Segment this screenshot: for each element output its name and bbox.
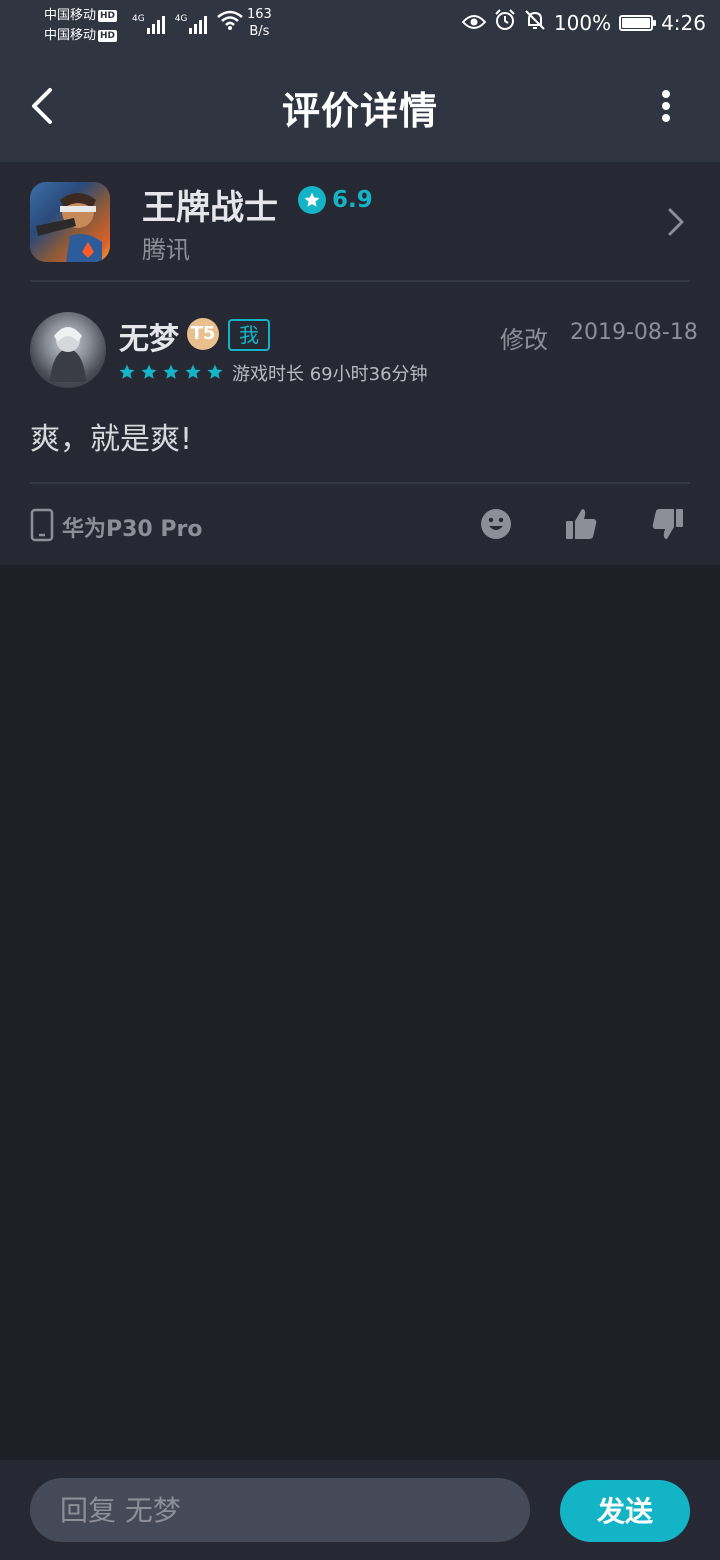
divider [30,482,690,484]
hd-badge: HD [98,29,118,42]
reply-bar: 发送 [0,1460,720,1560]
dislike-button[interactable] [650,506,686,542]
star-badge-icon [298,186,326,214]
carrier-2: 中国移动 [44,28,97,43]
game-name: 王牌战士 [142,188,278,228]
eye-icon [461,11,487,35]
chevron-right-icon [664,206,688,238]
username[interactable]: 无梦 [119,314,179,358]
emoji-button[interactable] [478,506,514,542]
hd-badge: HD [98,9,118,22]
device-info: 华为P30 Pro [30,508,203,546]
device-name: 华为P30 Pro [62,517,203,542]
review-text: 爽，就是爽! [30,422,193,457]
star-icon [185,364,201,379]
playtime: 游戏时长 69小时36分钟 [232,364,428,385]
carrier-1: 中国移动 [44,8,97,23]
battery-icon [619,14,657,31]
star-rating [118,363,224,381]
battery-text: 100% [553,10,612,35]
star-icon [163,364,179,379]
review-card: 王牌战士 6.9 腾讯 无梦 T5 我 修改 2019-08-18 游戏时长 6… [0,162,720,565]
emoji-icon [481,509,511,539]
clock: 4:26 [661,10,706,35]
edit-button[interactable]: 修改 [500,320,548,355]
game-icon [30,182,110,262]
more-vertical-icon [662,90,670,122]
signal-icon: 4G [132,14,169,34]
divider [30,280,690,282]
status-right: 100% 4:26 [461,9,706,36]
game-publisher: 腾讯 [142,236,190,264]
carrier-info: 中国移动 HD 中国移动 HD [44,6,118,46]
send-button[interactable]: 发送 [560,1480,690,1542]
rating-value: 6.9 [332,187,373,213]
wifi-icon [217,10,244,34]
level-badge: T5 [187,318,219,350]
star-icon [207,364,223,379]
avatar[interactable] [30,312,106,388]
title-bar: 评价详情 [0,50,720,162]
game-info-row[interactable]: 王牌战士 6.9 腾讯 [0,162,720,280]
thumbs-up-icon [566,509,597,539]
game-rating: 6.9 [298,186,373,214]
signal-icons: 4G 4G [132,10,244,34]
phone-icon [30,508,54,546]
alarm-icon [494,9,516,36]
net-speed: 163 B/s [247,7,272,39]
star-icon [141,364,157,379]
status-bar: 中国移动 HD 中国移动 HD 4G 4G 163 B/s 100% 4:26 [0,0,720,50]
star-icon [119,364,135,379]
like-button[interactable] [563,506,599,542]
more-button[interactable] [648,84,684,128]
page-title: 评价详情 [281,89,438,133]
signal-icon: 4G [175,14,212,34]
thumbs-down-icon [652,509,683,539]
bell-off-icon [524,9,546,36]
me-tag: 我 [228,319,270,351]
reply-input[interactable] [30,1478,530,1542]
review-date: 2019-08-18 [570,320,698,345]
